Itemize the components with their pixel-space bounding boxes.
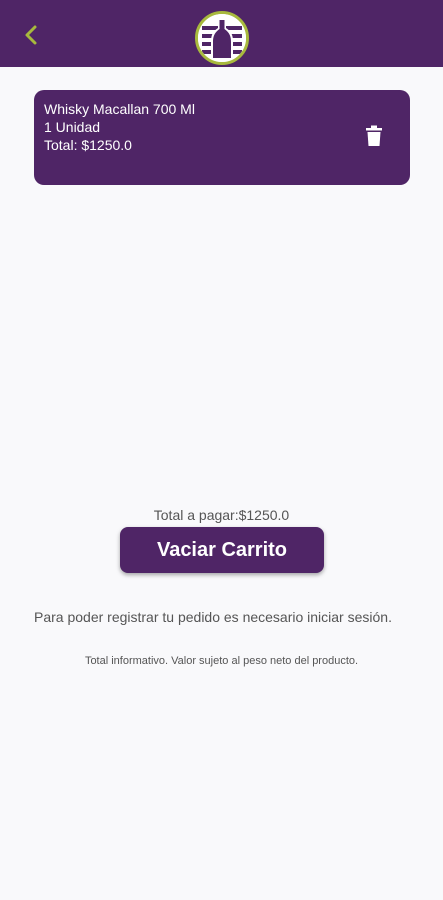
trash-icon	[365, 125, 383, 152]
back-button[interactable]	[14, 20, 48, 54]
product-quantity: 1 Unidad	[44, 119, 101, 135]
cart-item-card: Whisky Macallan 700 Ml 1 Unidad Total: $…	[34, 90, 410, 185]
login-notice: Para poder registrar tu pedido es necesa…	[34, 609, 392, 625]
app-logo	[195, 11, 249, 65]
chevron-left-icon	[23, 24, 39, 51]
bottle-logo-icon	[198, 14, 246, 62]
app-bar	[0, 0, 443, 67]
product-name: Whisky Macallan 700 Ml	[44, 101, 195, 117]
total-to-pay: Total a pagar:$1250.0	[153, 507, 290, 523]
product-total: Total: $1250.0	[44, 137, 132, 153]
delete-item-button[interactable]	[360, 124, 388, 152]
info-notice: Total informativo. Valor sujeto al peso …	[84, 655, 359, 667]
empty-cart-button[interactable]: Vaciar Carrito	[120, 527, 324, 573]
